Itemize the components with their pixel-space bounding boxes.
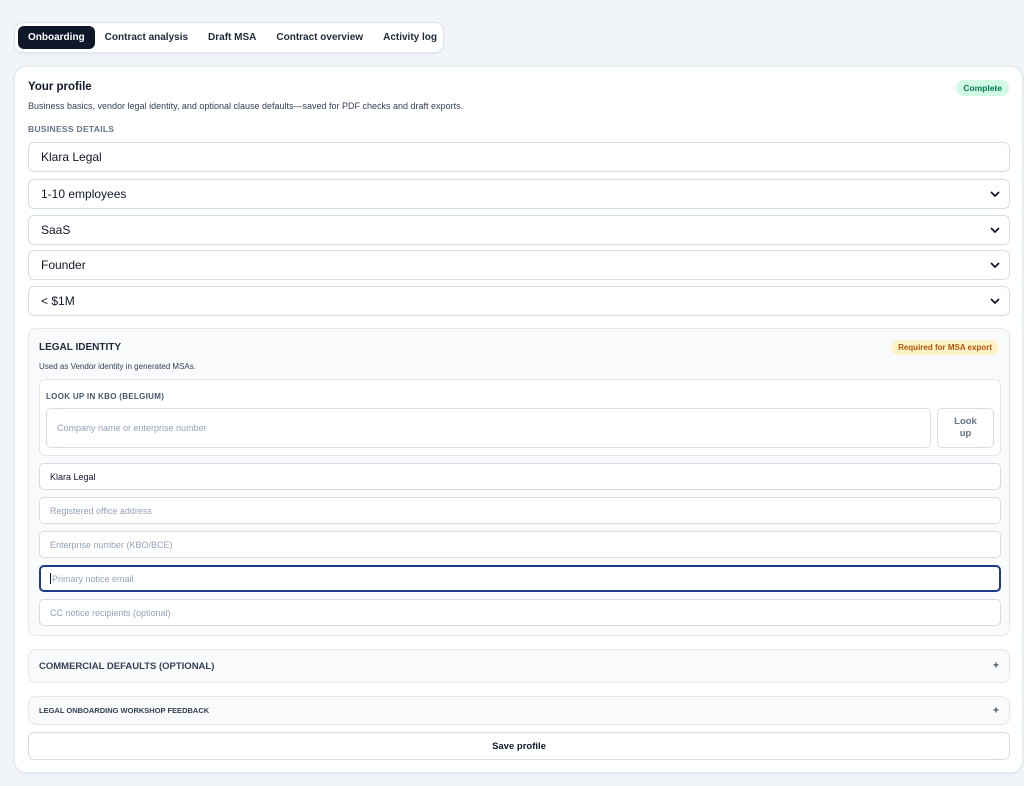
company-name-value: Klara Legal	[41, 150, 102, 164]
status-badge: Complete	[956, 80, 1009, 96]
kbo-search-placeholder: Company name or enterprise number	[57, 423, 207, 433]
legal-identity-title: LEGAL IDENTITY	[39, 342, 122, 353]
company-name-field[interactable]: Klara Legal	[28, 142, 1010, 172]
profile-card: Your profile Business basics, vendor leg…	[14, 66, 1023, 773]
tab-bar: Onboarding Contract analysis Draft MSA C…	[14, 22, 444, 53]
commercial-defaults-title: COMMERCIAL DEFAULTS (OPTIONAL)	[39, 660, 215, 672]
enterprise-number-placeholder: Enterprise number (KBO/BCE)	[50, 539, 173, 550]
workshop-feedback-title: LEGAL ONBOARDING WORKSHOP FEEDBACK	[39, 706, 210, 715]
tab-activity-log[interactable]: Activity log	[373, 26, 447, 49]
required-badge: Required for MSA export	[891, 340, 999, 355]
registered-address-field[interactable]: Registered office address	[39, 497, 1001, 524]
kbo-lookup-panel: LOOK UP IN KBO (BELGIUM) Company name or…	[39, 379, 1001, 456]
legal-identity-section: LEGAL IDENTITY Used as Vendor identity i…	[28, 328, 1010, 636]
revenue-select[interactable]: < $1M	[28, 286, 1010, 316]
chevron-down-icon	[990, 262, 1000, 268]
cc-recipients-placeholder: CC notice recipients (optional)	[50, 607, 171, 618]
text-cursor	[50, 573, 51, 584]
chevron-down-icon	[990, 227, 1000, 233]
legal-name-value: Klara Legal	[50, 471, 96, 482]
company-size-select[interactable]: 1-10 employees	[28, 179, 1010, 209]
save-profile-button[interactable]: Save profile	[28, 732, 1010, 760]
chevron-down-icon	[990, 298, 1000, 304]
cc-recipients-field[interactable]: CC notice recipients (optional)	[39, 599, 1001, 626]
tab-contract-analysis[interactable]: Contract analysis	[95, 26, 198, 49]
enterprise-number-field[interactable]: Enterprise number (KBO/BCE)	[39, 531, 1001, 558]
business-details-label: BUSINESS DETAILS	[28, 124, 115, 134]
workshop-feedback-toggle[interactable]: LEGAL ONBOARDING WORKSHOP FEEDBACK +	[28, 696, 1010, 725]
kbo-search-input[interactable]: Company name or enterprise number	[46, 408, 931, 448]
registered-address-placeholder: Registered office address	[50, 505, 152, 516]
page-subtitle: Business basics, vendor legal identity, …	[28, 101, 464, 111]
role-value: Founder	[41, 258, 86, 272]
legal-name-field[interactable]: Klara Legal	[39, 463, 1001, 490]
notice-email-placeholder: Primary notice email	[52, 573, 134, 584]
kbo-lookup-label: LOOK UP IN KBO (BELGIUM)	[46, 392, 165, 401]
revenue-value: < $1M	[41, 294, 75, 308]
page-title: Your profile	[28, 81, 92, 93]
chevron-down-icon	[990, 191, 1000, 197]
tab-onboarding[interactable]: Onboarding	[18, 26, 95, 49]
legal-identity-subtitle: Used as Vendor identity in generated MSA…	[39, 362, 196, 371]
notice-email-field[interactable]: Primary notice email	[39, 565, 1001, 592]
role-select[interactable]: Founder	[28, 250, 1010, 280]
look-up-button[interactable]: Look up	[937, 408, 994, 448]
expand-icon: +	[993, 705, 999, 716]
company-size-value: 1-10 employees	[41, 187, 127, 201]
commercial-defaults-toggle[interactable]: COMMERCIAL DEFAULTS (OPTIONAL) +	[28, 649, 1010, 683]
expand-icon: +	[993, 660, 999, 672]
industry-select[interactable]: SaaS	[28, 215, 1010, 245]
tab-draft-msa[interactable]: Draft MSA	[198, 26, 266, 49]
industry-value: SaaS	[41, 223, 71, 237]
tab-contract-overview[interactable]: Contract overview	[266, 26, 373, 49]
